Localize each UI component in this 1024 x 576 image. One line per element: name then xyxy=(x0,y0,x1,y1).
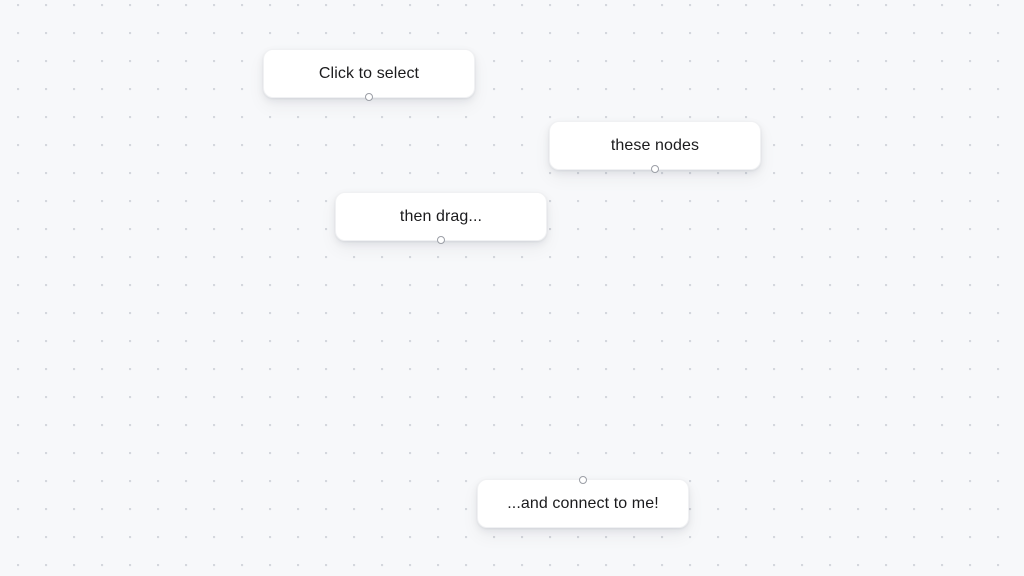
node-label: Click to select xyxy=(318,64,420,82)
source-handle[interactable] xyxy=(651,165,659,173)
node-editor-canvas[interactable]: Click to select these nodes then drag.....… xyxy=(0,0,1024,576)
node-label: these nodes xyxy=(610,136,700,154)
node-card[interactable]: Click to select xyxy=(263,49,475,101)
node-label: ...and connect to me! xyxy=(507,494,659,512)
target-handle[interactable] xyxy=(579,476,587,484)
node-card[interactable]: then drag... xyxy=(335,192,547,244)
node-label: then drag... xyxy=(399,207,483,225)
node-card[interactable]: these nodes xyxy=(549,121,761,173)
source-handle[interactable] xyxy=(437,236,445,244)
source-handle[interactable] xyxy=(365,93,373,101)
node-card[interactable]: ...and connect to me! xyxy=(477,476,689,528)
